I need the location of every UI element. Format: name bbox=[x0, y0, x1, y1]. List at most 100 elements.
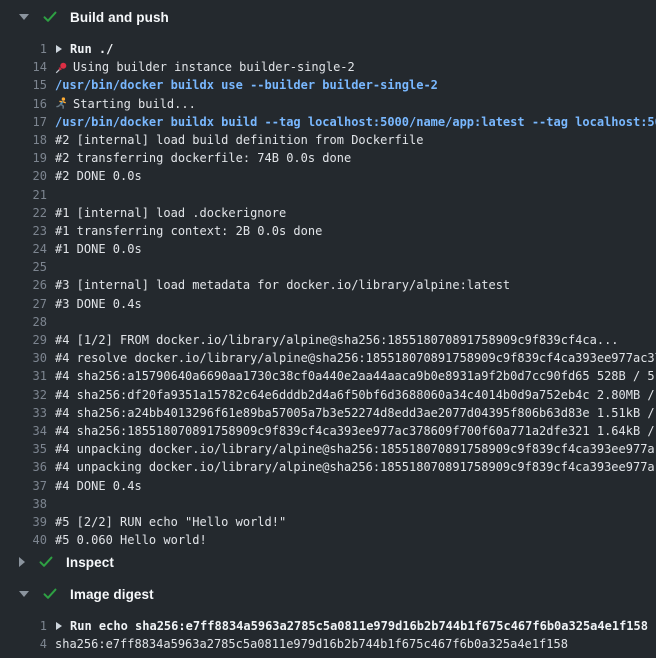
step-header-inspect[interactable]: Inspect bbox=[0, 551, 656, 573]
step-section-build-and-push: Build and push 1Run ./14Using builder in… bbox=[0, 6, 656, 549]
line-number[interactable]: 28 bbox=[0, 313, 47, 331]
log-text: /usr/bin/docker buildx use --builder bui… bbox=[55, 76, 438, 94]
step-log-lines: 1Run ./14Using builder instance builder-… bbox=[0, 40, 656, 549]
line-number[interactable]: 29 bbox=[0, 331, 47, 349]
line-number[interactable]: 40 bbox=[0, 531, 47, 549]
log-text: #5 0.060 Hello world! bbox=[55, 531, 207, 549]
log-line-content: #4 sha256:df20fa9351a15782c64e6dddb2d4a6… bbox=[47, 386, 655, 404]
line-number[interactable]: 35 bbox=[0, 440, 47, 458]
log-line-content: #2 [internal] load build definition from… bbox=[47, 131, 423, 149]
line-number[interactable]: 15 bbox=[0, 76, 47, 94]
chevron-down-icon bbox=[19, 14, 29, 20]
chevron-right-icon bbox=[19, 557, 25, 567]
line-number[interactable]: 21 bbox=[0, 186, 47, 204]
log-line-content: #3 [internal] load metadata for docker.i… bbox=[47, 276, 510, 294]
log-line-content: Run echo sha256:e7ff8834a5963a2785c5a081… bbox=[47, 617, 648, 635]
log-text: #1 DONE 0.0s bbox=[55, 240, 142, 258]
log-line: 32 #4 sha256:df20fa9351a15782c64e6dddb2d4… bbox=[0, 386, 656, 404]
log-line: 1Run ./ bbox=[0, 40, 656, 58]
log-line-content: #4 unpacking docker.io/library/alpine@sh… bbox=[47, 458, 655, 476]
log-line-content: #2 transferring dockerfile: 74B 0.0s don… bbox=[47, 149, 351, 167]
line-number[interactable]: 25 bbox=[0, 258, 47, 276]
log-line: 36#4 unpacking docker.io/library/alpine@… bbox=[0, 458, 656, 476]
log-line: 37 #4 DONE 0.4s bbox=[0, 477, 656, 495]
log-text: #4 sha256:a24bb4013296f61e89ba57005a7b3e… bbox=[55, 404, 655, 422]
line-number[interactable]: 20 bbox=[0, 167, 47, 185]
line-number[interactable]: 37 bbox=[0, 477, 47, 495]
line-number[interactable]: 24 bbox=[0, 240, 47, 258]
log-line: 23#1 transferring context: 2B 0.0s done bbox=[0, 222, 656, 240]
log-line-content: #4 unpacking docker.io/library/alpine@sh… bbox=[47, 440, 655, 458]
log-line-content: Run ./ bbox=[47, 40, 113, 58]
line-number[interactable]: 23 bbox=[0, 222, 47, 240]
log-line-content bbox=[47, 313, 55, 331]
line-number[interactable]: 32 bbox=[0, 386, 47, 404]
log-line-content: /usr/bin/docker buildx use --builder bui… bbox=[47, 76, 438, 94]
log-line: 34 #4 sha256:185518070891758909c9f839cf4c… bbox=[0, 422, 656, 440]
log-line-content: Using builder instance builder-single-2 bbox=[47, 58, 355, 76]
log-line-content bbox=[47, 495, 55, 513]
line-number[interactable]: 33 bbox=[0, 404, 47, 422]
line-number[interactable]: 17 bbox=[0, 113, 47, 131]
runner-icon bbox=[55, 97, 68, 110]
log-line-content: #5 0.060 Hello world! bbox=[47, 531, 207, 549]
log-line: 19#2 transferring dockerfile: 74B 0.0s d… bbox=[0, 149, 656, 167]
workflow-log: Build and push 1Run ./14Using builder in… bbox=[0, 0, 656, 654]
log-line-content: #4 sha256:a15790640a6690aa1730c38cf0a440… bbox=[47, 367, 655, 385]
log-line-content: #1 [internal] load .dockerignore bbox=[47, 204, 286, 222]
line-number[interactable]: 18 bbox=[0, 131, 47, 149]
check-icon bbox=[43, 588, 57, 600]
log-text: #4 DONE 0.4s bbox=[55, 477, 142, 495]
step-title: Build and push bbox=[70, 10, 169, 25]
log-line-content: #4 DONE 0.4s bbox=[47, 477, 142, 495]
check-icon bbox=[39, 556, 53, 568]
step-title: Inspect bbox=[66, 555, 114, 570]
step-section-image-digest: Image digest 1 Run echo sha256:e7ff8834a5… bbox=[0, 583, 656, 653]
log-line-content: #2 DONE 0.0s bbox=[47, 167, 142, 185]
log-text: #1 [internal] load .dockerignore bbox=[55, 204, 286, 222]
log-line-content: #4 sha256:a24bb4013296f61e89ba57005a7b3e… bbox=[47, 404, 655, 422]
log-line: 38 bbox=[0, 495, 656, 513]
play-icon[interactable] bbox=[56, 45, 62, 53]
log-line-content: Starting build... bbox=[47, 95, 196, 113]
log-line: 17/usr/bin/docker buildx build --tag loc… bbox=[0, 113, 656, 131]
play-icon[interactable] bbox=[56, 622, 62, 630]
line-number[interactable]: 19 bbox=[0, 149, 47, 167]
step-header-build-and-push[interactable]: Build and push bbox=[0, 6, 656, 28]
log-text: #4 sha256:a15790640a6690aa1730c38cf0a440… bbox=[55, 367, 655, 385]
line-number[interactable]: 39 bbox=[0, 513, 47, 531]
log-line-content: #4 resolve docker.io/library/alpine@sha2… bbox=[47, 349, 656, 367]
line-number[interactable]: 34 bbox=[0, 422, 47, 440]
log-text: #4 sha256:185518070891758909c9f839cf4ca3… bbox=[55, 422, 655, 440]
line-number[interactable]: 38 bbox=[0, 495, 47, 513]
line-number[interactable]: 36 bbox=[0, 458, 47, 476]
log-line: 40 #5 0.060 Hello world! bbox=[0, 531, 656, 549]
log-text: Run echo sha256:e7ff8834a5963a2785c5a081… bbox=[70, 617, 648, 635]
log-text: #4 resolve docker.io/library/alpine@sha2… bbox=[55, 349, 656, 367]
line-number[interactable]: 31 bbox=[0, 367, 47, 385]
line-number[interactable]: 1 bbox=[0, 617, 47, 635]
log-text: #2 DONE 0.0s bbox=[55, 167, 142, 185]
line-number[interactable]: 4 bbox=[0, 635, 47, 653]
log-line: 20 #2 DONE 0.0s bbox=[0, 167, 656, 185]
chevron-down-icon bbox=[19, 591, 29, 597]
step-header-image-digest[interactable]: Image digest bbox=[0, 583, 656, 605]
line-number[interactable]: 1 bbox=[0, 40, 47, 58]
step-section-inspect: Inspect bbox=[0, 551, 656, 573]
line-number[interactable]: 22 bbox=[0, 204, 47, 222]
step-log-lines: 1 Run echo sha256:e7ff8834a5963a2785c5a08… bbox=[0, 617, 656, 653]
log-line-content: #1 transferring context: 2B 0.0s done bbox=[47, 222, 322, 240]
line-number[interactable]: 27 bbox=[0, 295, 47, 313]
log-line: 39 #5 [2/2] RUN echo "Hello world!" bbox=[0, 513, 656, 531]
log-text: #4 sha256:df20fa9351a15782c64e6dddb2d4a6… bbox=[55, 386, 655, 404]
line-number[interactable]: 14 bbox=[0, 58, 47, 76]
line-number[interactable]: 26 bbox=[0, 276, 47, 294]
log-text: #3 DONE 0.4s bbox=[55, 295, 142, 313]
line-number[interactable]: 30 bbox=[0, 349, 47, 367]
line-number[interactable]: 16 bbox=[0, 95, 47, 113]
log-line-content: #4 sha256:185518070891758909c9f839cf4ca3… bbox=[47, 422, 655, 440]
log-line-content: #4 [1/2] FROM docker.io/library/alpine@s… bbox=[47, 331, 619, 349]
log-text: #3 [internal] load metadata for docker.i… bbox=[55, 276, 510, 294]
log-line-content: sha256:e7ff8834a5963a2785c5a0811e979d16b… bbox=[47, 635, 568, 653]
log-text: #5 [2/2] RUN echo "Hello world!" bbox=[55, 513, 286, 531]
